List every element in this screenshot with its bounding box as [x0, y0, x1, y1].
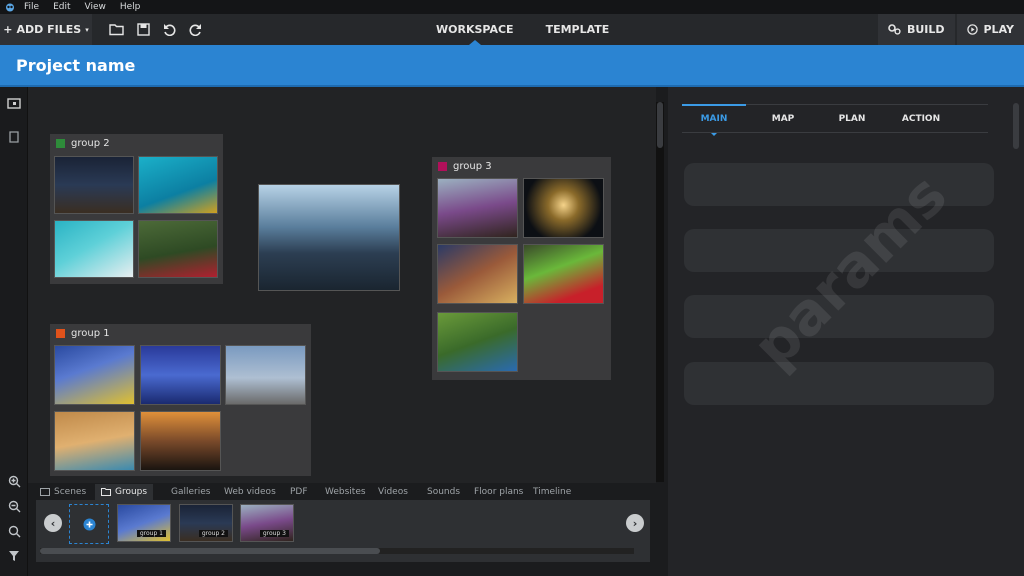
tab-map[interactable]: MAP — [751, 105, 815, 133]
params-panel: MAIN MAP PLAN ACTION params — [668, 87, 1024, 576]
params-tabs: MAIN MAP PLAN ACTION — [682, 104, 988, 136]
tab-action[interactable]: ACTION — [889, 105, 953, 133]
chevron-right-icon[interactable]: › — [626, 514, 644, 532]
play-label: PLAY — [983, 23, 1015, 36]
photo-biker-portrait[interactable] — [437, 178, 518, 238]
open-folder-icon[interactable] — [104, 14, 130, 45]
add-files-label: ADD FILES — [16, 23, 82, 36]
photo-group-jump[interactable] — [225, 345, 306, 405]
add-group-button[interactable] — [69, 504, 109, 544]
photo-fjord-kayak[interactable] — [258, 184, 400, 291]
plus-icon: + — [3, 23, 13, 36]
strip-thumb[interactable]: group 1 — [117, 504, 171, 542]
tab-main[interactable]: MAIN — [682, 104, 746, 136]
bottom-tabs: Scenes Groups Galleries Web videos PDF W… — [28, 484, 656, 500]
group-label: group 2 — [71, 138, 110, 149]
canvas-vertical-scrollbar[interactable] — [656, 102, 664, 482]
tab-galleries[interactable]: Galleries — [171, 484, 210, 500]
tab-groups-label: Groups — [115, 487, 148, 497]
tab-workspace[interactable]: WORKSPACE — [420, 14, 530, 45]
menu-file[interactable]: File — [24, 2, 39, 12]
plus-circle-icon — [83, 518, 95, 530]
tab-plan[interactable]: PLAN — [820, 105, 884, 133]
tab-timeline[interactable]: Timeline — [533, 484, 571, 500]
group-color-swatch — [56, 329, 65, 338]
group-label: group 1 — [71, 328, 110, 339]
build-label: BUILD — [906, 23, 945, 36]
tab-sounds[interactable]: Sounds — [427, 484, 460, 500]
folder-icon — [101, 488, 111, 496]
group-card[interactable]: group 1 — [50, 324, 311, 476]
photo-kayak-forest[interactable] — [138, 220, 218, 278]
zoom-fit-icon[interactable] — [6, 523, 22, 539]
group-color-swatch — [56, 139, 65, 148]
photo-beach-cliff[interactable] — [54, 411, 135, 471]
add-files-button[interactable]: + ADD FILES ▾ — [0, 14, 92, 45]
tab-videos[interactable]: Videos — [378, 484, 408, 500]
photo-roller-coaster[interactable] — [54, 345, 135, 405]
menu-help[interactable]: Help — [120, 2, 141, 12]
build-button[interactable]: BUILD — [877, 14, 955, 45]
workspace-canvas[interactable]: group 2 group 3 group 1 — [28, 87, 656, 483]
group-card[interactable]: group 2 — [50, 134, 223, 284]
scenes-icon — [40, 488, 50, 496]
play-button[interactable]: PLAY — [956, 14, 1024, 45]
tab-websites[interactable]: Websites — [325, 484, 366, 500]
filter-icon[interactable] — [6, 548, 22, 564]
menu-edit[interactable]: Edit — [53, 2, 70, 12]
param-field[interactable] — [684, 362, 994, 405]
app-logo-icon — [4, 2, 16, 12]
params-scrollbar[interactable] — [1013, 103, 1019, 149]
photo-bridge-night[interactable] — [54, 156, 134, 214]
zoom-in-icon[interactable] — [6, 473, 22, 489]
strip-thumb-label: group 2 — [198, 530, 228, 537]
tab-web-videos[interactable]: Web videos — [224, 484, 276, 500]
toolbar: + ADD FILES ▾ WORKSPACE TEMPLATE BUILD P… — [0, 14, 1024, 45]
save-icon[interactable] — [130, 14, 156, 45]
tab-template[interactable]: TEMPLATE — [530, 14, 626, 45]
left-toolbar — [0, 87, 28, 576]
group-color-swatch — [438, 162, 447, 171]
group-label: group 3 — [453, 161, 492, 172]
strip-horizontal-scrollbar[interactable] — [40, 548, 634, 554]
menu-bar: File Edit View Help — [0, 0, 1024, 14]
gears-icon — [888, 24, 901, 35]
scenes-panel-icon[interactable] — [6, 95, 22, 111]
project-title-bar: Project name — [0, 45, 1024, 87]
strip-thumb-label: group 1 — [136, 530, 166, 537]
redo-icon[interactable] — [182, 14, 208, 45]
photo-surfer-wave[interactable] — [54, 220, 134, 278]
tab-pdf[interactable]: PDF — [290, 484, 308, 500]
tab-scenes-label: Scenes — [54, 487, 87, 497]
groups-strip: ‹ group 1 group 2 group 3 › — [36, 500, 650, 562]
menu-view[interactable]: View — [85, 2, 106, 12]
strip-thumb-label: group 3 — [259, 530, 289, 537]
photo-race-car[interactable] — [523, 244, 604, 304]
photo-underwater-diver[interactable] — [138, 156, 218, 214]
strip-thumb[interactable]: group 2 — [179, 504, 233, 542]
photo-solar-panels-jump[interactable] — [140, 345, 221, 405]
tab-groups[interactable]: Groups — [95, 484, 154, 500]
caret-down-icon: ▾ — [85, 25, 89, 34]
group-card[interactable]: group 3 — [432, 157, 611, 380]
tab-scenes[interactable]: Scenes — [40, 484, 86, 500]
photo-phone-in-hand[interactable] — [437, 312, 518, 372]
play-icon — [966, 24, 978, 35]
zoom-out-icon[interactable] — [6, 498, 22, 514]
undo-icon[interactable] — [156, 14, 182, 45]
photo-light-painting[interactable] — [523, 178, 604, 238]
photo-helmet-selfie[interactable] — [437, 244, 518, 304]
chevron-left-icon[interactable]: ‹ — [44, 514, 62, 532]
book-icon[interactable] — [6, 129, 22, 145]
tab-floor-plans[interactable]: Floor plans — [474, 484, 523, 500]
photo-sunset-jump[interactable] — [140, 411, 221, 471]
strip-thumb[interactable]: group 3 — [240, 504, 294, 542]
project-name[interactable]: Project name — [16, 56, 135, 75]
